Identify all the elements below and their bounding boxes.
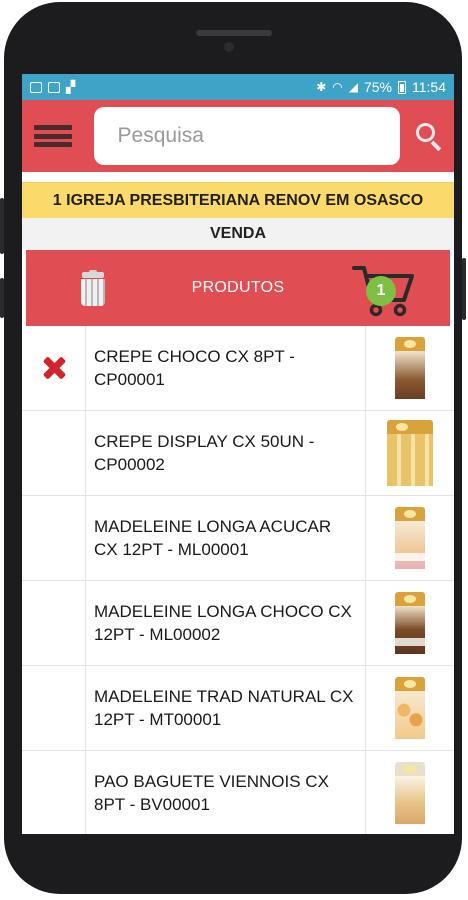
front-camera [224, 42, 234, 52]
section-title-text: VENDA [209, 225, 266, 242]
bluetooth-icon: ✱ [316, 80, 327, 94]
product-name-cell: MADELEINE LONGA CHOCO CX 12PT - ML00002 [86, 581, 366, 665]
product-image-cell [366, 751, 454, 834]
pao-baguete-pack-icon[interactable] [395, 762, 425, 824]
product-name-cell: CREPE DISPLAY CX 50UN - CP00002 [86, 411, 366, 495]
product-name-cell: CREPE CHOCO CX 8PT - CP00001 [86, 326, 366, 410]
product-image-cell [366, 326, 454, 410]
phone-frame: ▞ ✱ ◠ ◢ 75% 11:54 1 IGREJA PRESBI [0, 2, 466, 894]
section-title: VENDA [22, 218, 454, 250]
crepe-choco-pack-icon[interactable] [395, 337, 425, 399]
product-name: MADELEINE TRAD NATURAL CX 12PT - MT00001 [94, 687, 354, 729]
remove-x-icon[interactable] [42, 356, 66, 380]
bixby-button [0, 278, 4, 318]
madeleine-natural-pack-icon[interactable] [395, 677, 425, 739]
product-name: CREPE CHOCO CX 8PT - CP00001 [94, 347, 295, 389]
product-image-cell [366, 581, 454, 665]
clock: 11:54 [412, 79, 446, 95]
battery-icon [398, 80, 406, 94]
product-image-cell [366, 411, 454, 495]
product-list: CREPE CHOCO CX 8PT - CP00001 CREPE DISPL… [22, 326, 454, 834]
product-row[interactable]: MADELEINE LONGA ACUCAR CX 12PT - ML00001 [22, 496, 454, 581]
remove-cell [22, 751, 86, 834]
product-name-cell: MADELEINE LONGA ACUCAR CX 12PT - ML00001 [86, 496, 366, 580]
product-row[interactable]: MADELEINE LONGA CHOCO CX 12PT - ML00002 [22, 581, 454, 666]
wifi-icon: ◠ [332, 80, 343, 94]
product-image-cell [366, 666, 454, 750]
app-screen: ▞ ✱ ◠ ◢ 75% 11:54 1 IGREJA PRESBI [22, 74, 454, 834]
client-name: 1 IGREJA PRESBITERIANA RENOV EM OSASCO [52, 191, 424, 209]
product-row[interactable]: MADELEINE TRAD NATURAL CX 12PT - MT00001 [22, 666, 454, 751]
search-icon[interactable] [414, 121, 444, 152]
hamburger-menu-icon[interactable] [32, 121, 74, 151]
app-header [22, 100, 454, 172]
message-notification-icon [48, 81, 60, 93]
remove-cell [22, 326, 86, 410]
product-row[interactable]: CREPE CHOCO CX 8PT - CP00001 [22, 326, 454, 411]
product-name-cell: MADELEINE TRAD NATURAL CX 12PT - MT00001 [86, 666, 366, 750]
product-image-cell [366, 496, 454, 580]
search-box [93, 107, 401, 165]
client-name-bar: 1 IGREJA PRESBITERIANA RENOV EM OSASCO [22, 182, 454, 218]
flipboard-notification-icon: ▞ [66, 80, 76, 94]
volume-button [0, 198, 4, 254]
remove-cell [22, 496, 86, 580]
remove-cell [22, 411, 86, 495]
product-name: PAO BAGUETE VIENNOIS CX 8PT - BV00001 [94, 772, 329, 814]
madeleine-acucar-pack-icon[interactable] [395, 507, 425, 569]
products-bar: PRODUTOS 1 [26, 250, 450, 326]
product-name: MADELEINE LONGA CHOCO CX 12PT - ML00002 [94, 602, 352, 644]
trash-icon[interactable] [78, 270, 108, 308]
cart-count-badge[interactable]: 1 [366, 276, 396, 306]
madeleine-choco-pack-icon[interactable] [395, 592, 425, 654]
product-name: MADELEINE LONGA ACUCAR CX 12PT - ML00001 [94, 517, 332, 559]
gallery-notification-icon [30, 81, 42, 93]
remove-cell [22, 581, 86, 665]
power-button [462, 258, 466, 320]
product-name-cell: PAO BAGUETE VIENNOIS CX 8PT - BV00001 [86, 751, 366, 834]
status-bar: ▞ ✱ ◠ ◢ 75% 11:54 [22, 74, 454, 100]
battery-percent: 75% [363, 79, 392, 95]
remove-cell [22, 666, 86, 750]
search-input[interactable] [117, 124, 377, 148]
product-row[interactable]: CREPE DISPLAY CX 50UN - CP00002 [22, 411, 454, 496]
signal-icon: ◢ [348, 80, 358, 94]
products-label: PRODUTOS [191, 279, 285, 296]
crepe-display-box-icon[interactable] [387, 420, 433, 486]
product-row[interactable]: PAO BAGUETE VIENNOIS CX 8PT - BV00001 [22, 751, 454, 834]
speaker-grille [196, 30, 272, 36]
product-name: CREPE DISPLAY CX 50UN - CP00002 [94, 432, 315, 474]
